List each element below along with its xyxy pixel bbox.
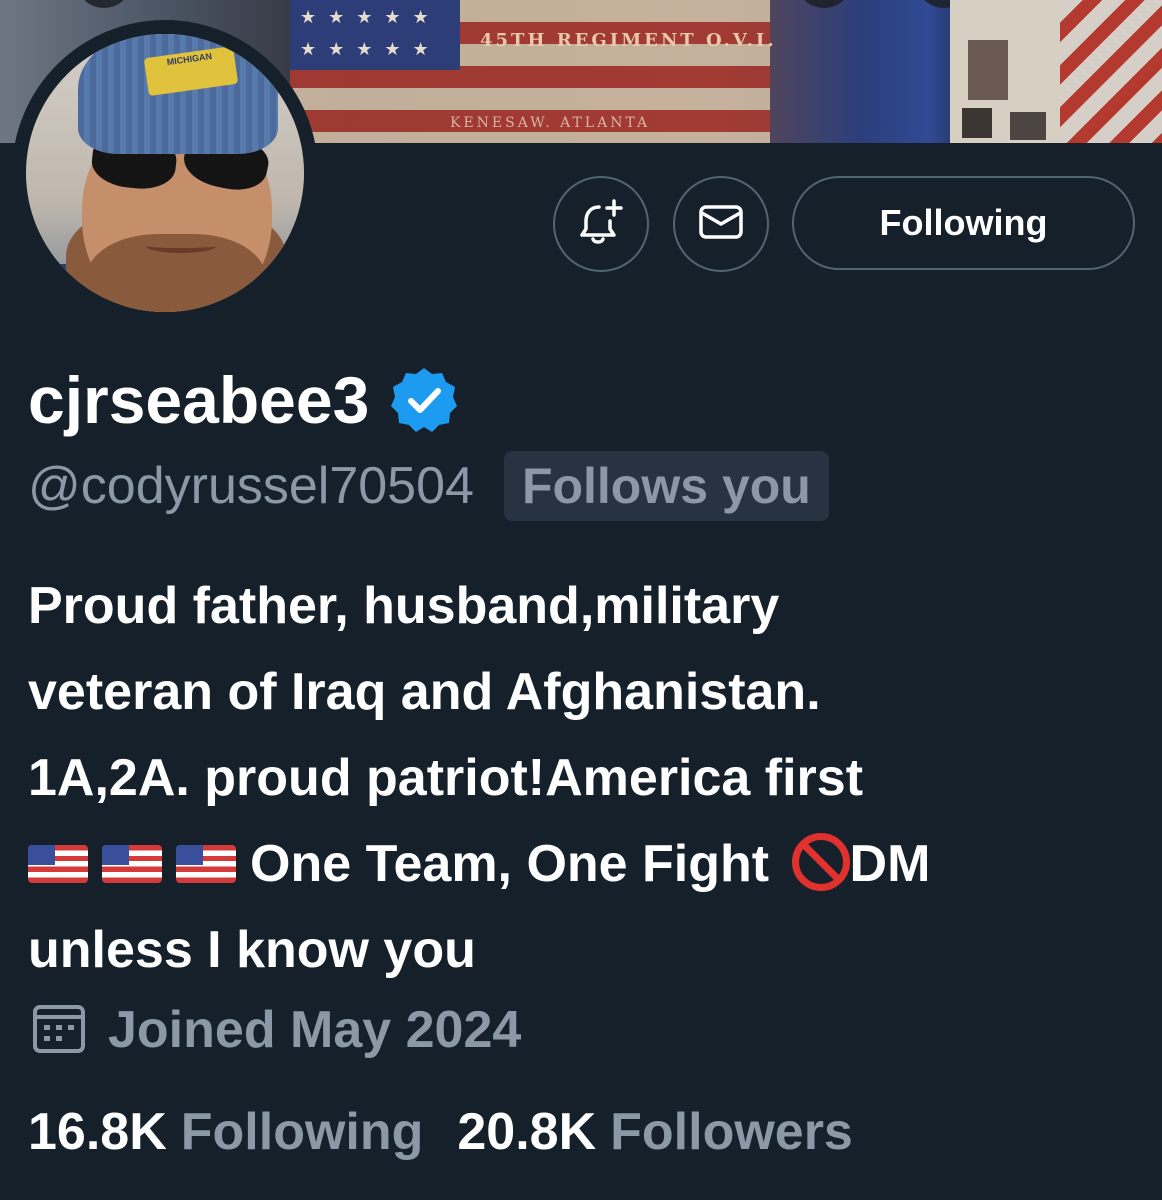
- bio-line: One Team, One Fight DM: [28, 821, 1138, 907]
- calendar-icon: [30, 999, 88, 1062]
- display-name: cjrseabee3: [28, 363, 370, 437]
- banner-shadow: [80, 0, 128, 8]
- bio-line: 1A,2A. proud patriot!America first: [28, 749, 864, 807]
- profile-page: ★★★★★ ★★★★★ 45TH REGIMENT O.V.I. KENESAW…: [0, 0, 1162, 1200]
- followers-label: Followers: [610, 1103, 853, 1161]
- bell-plus-icon: [578, 197, 624, 252]
- bio-text: DM: [849, 835, 931, 893]
- bio: Proud father, husband,military veteran o…: [28, 563, 1138, 993]
- following-count: 16.8K: [28, 1103, 167, 1161]
- banner-flag-subtext: KENESAW. ATLANTA: [450, 115, 651, 131]
- banner-flag-text: 45TH REGIMENT O.V.I.: [480, 30, 777, 51]
- follows-you-badge: Follows you: [503, 451, 829, 521]
- bio-line: unless I know you: [28, 921, 476, 979]
- user-handle: @codyrussel70504: [28, 457, 474, 515]
- banner-museum-panel: [950, 0, 1060, 143]
- avatar[interactable]: MICHIGAN: [26, 34, 304, 312]
- stats-row: 16.8K Following 20.8K Followers: [28, 1095, 853, 1169]
- following-stat[interactable]: 16.8K Following: [28, 1102, 423, 1162]
- joined-date: Joined May 2024: [108, 1001, 522, 1059]
- message-button[interactable]: [673, 176, 769, 272]
- verified-badge-icon[interactable]: [389, 364, 461, 436]
- bio-line: Proud father, husband,military: [28, 577, 780, 635]
- us-flag-icon: [176, 845, 236, 883]
- banner-shadow: [800, 0, 848, 8]
- following-label: Following: [180, 1103, 424, 1161]
- us-flag-icon: [102, 845, 162, 883]
- followers-count: 20.8K: [457, 1103, 597, 1161]
- joined-row: Joined May 2024: [30, 995, 521, 1065]
- banner-flag-stripes: [1060, 0, 1162, 143]
- bio-text: One Team, One Fight: [250, 835, 770, 893]
- envelope-icon: [698, 204, 744, 245]
- display-name-row: cjrseabee3: [28, 360, 461, 440]
- followers-stat[interactable]: 20.8K Followers: [457, 1102, 852, 1162]
- bio-line: veteran of Iraq and Afghanistan.: [28, 663, 821, 721]
- banner-flag-stars: ★★★★★ ★★★★★: [300, 7, 441, 60]
- us-flag-icon: [28, 845, 88, 883]
- notifications-button[interactable]: [553, 176, 649, 272]
- handle-row: @codyrussel70504 Follows you: [28, 450, 829, 522]
- no-entry-icon: [791, 833, 850, 891]
- following-button[interactable]: Following: [792, 176, 1135, 270]
